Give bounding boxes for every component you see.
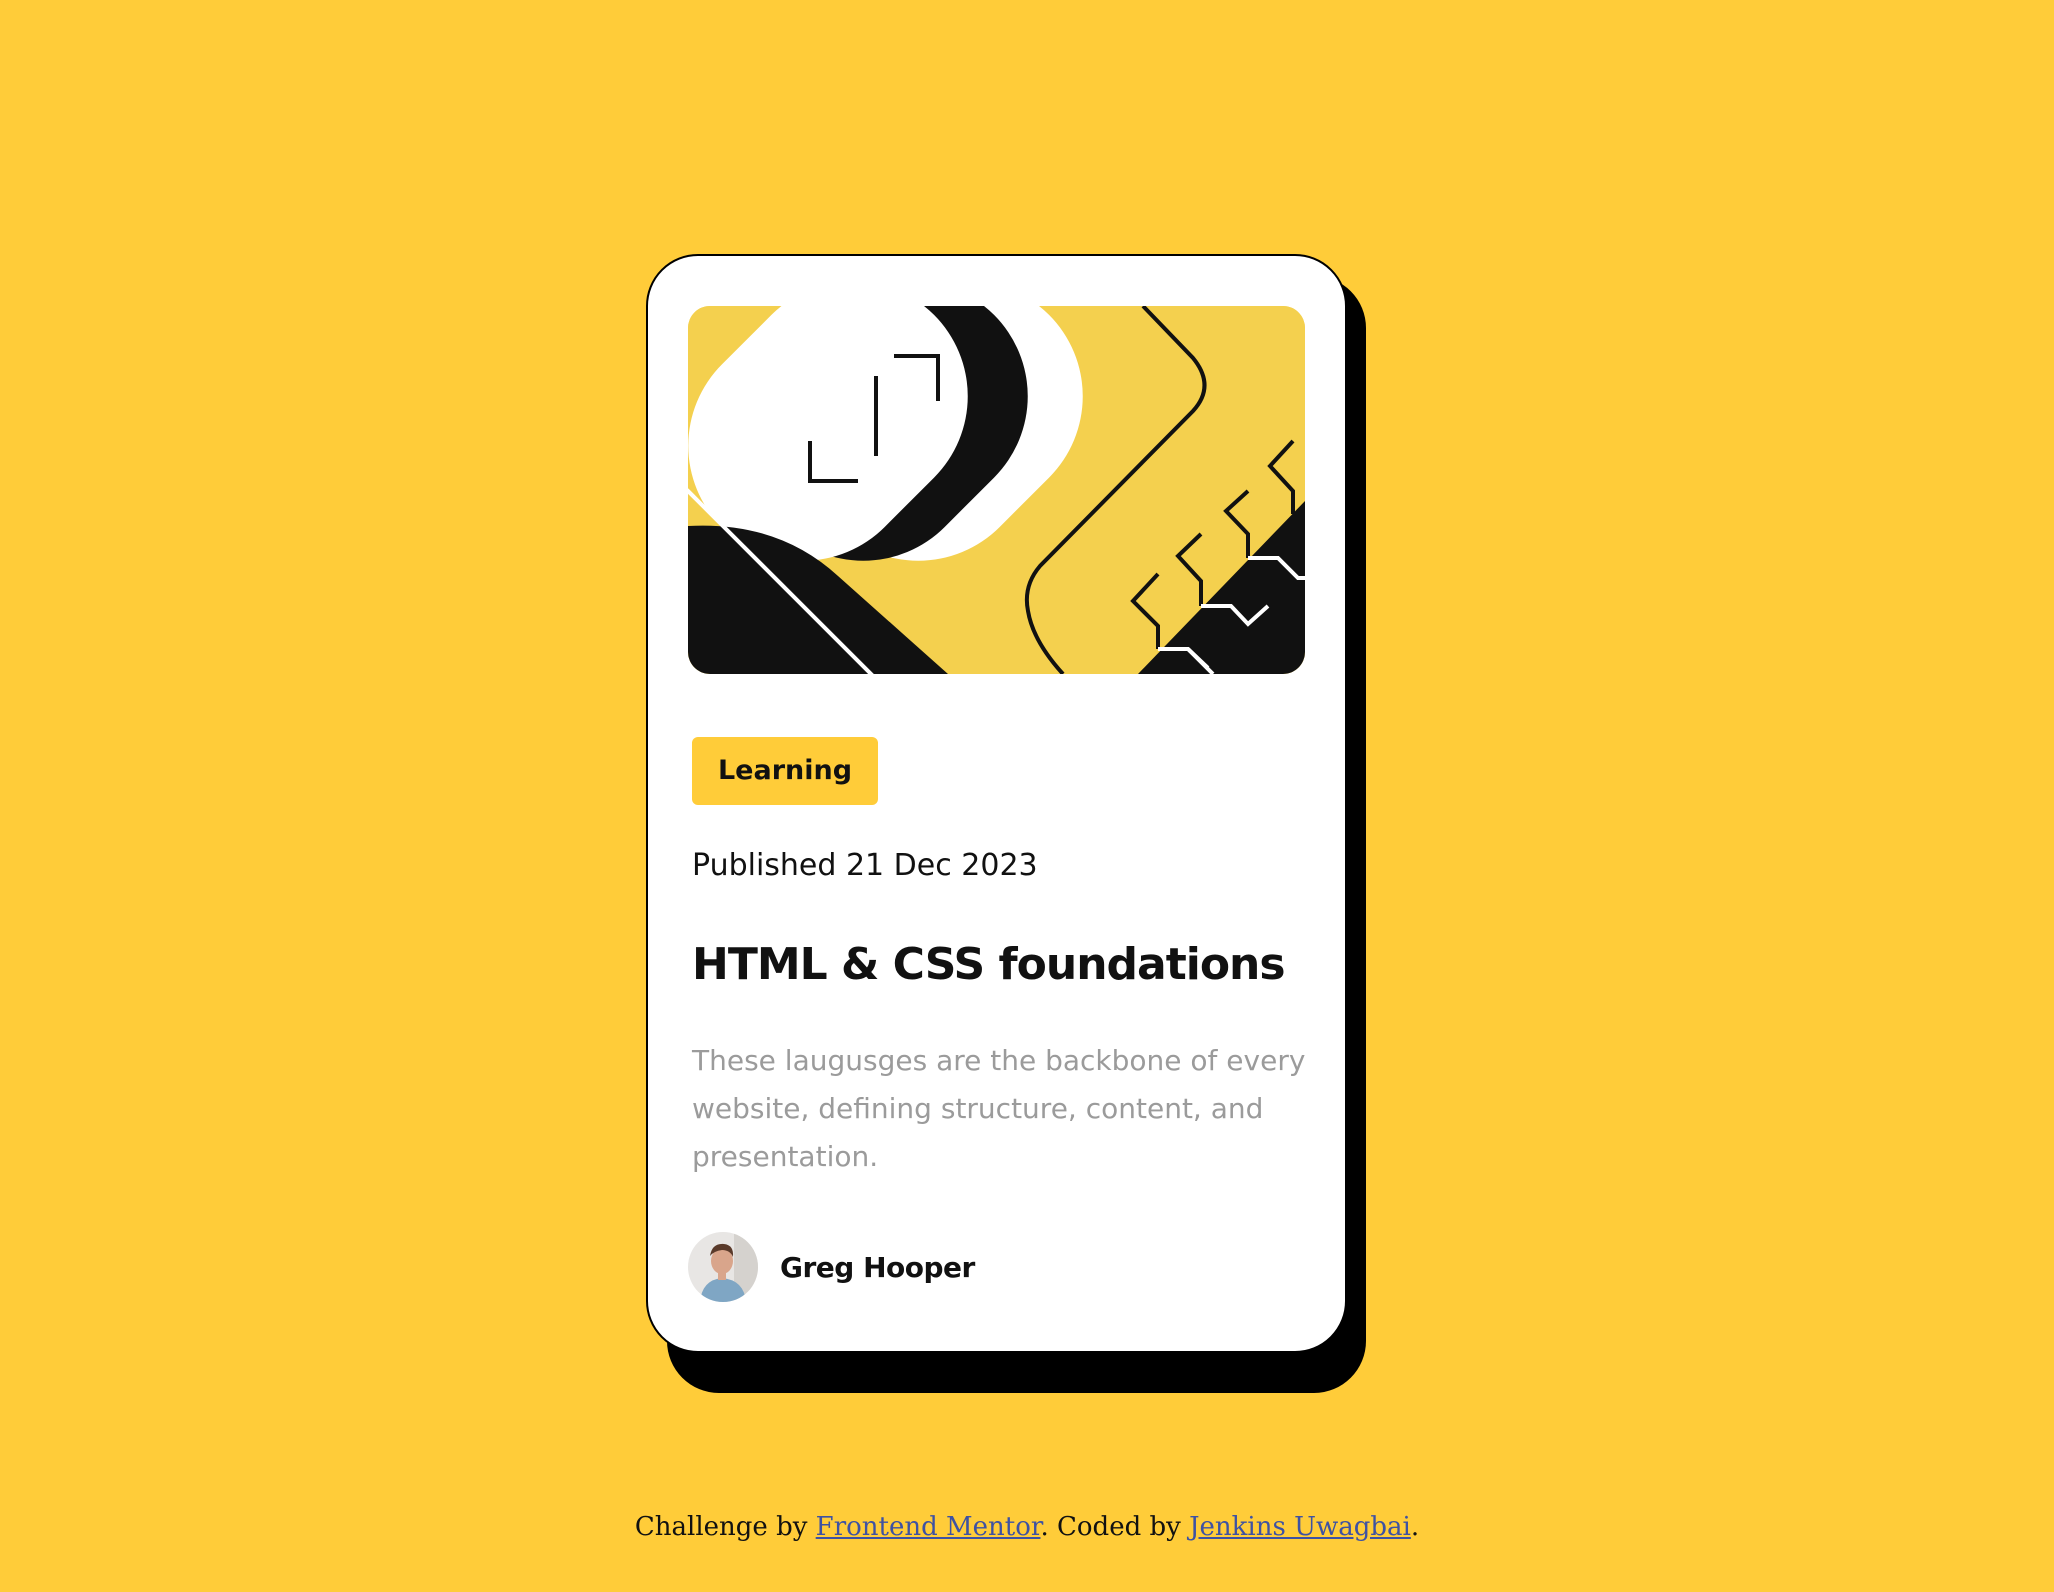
card-description: These laugusges are the backbone of ever…: [692, 1044, 1306, 1173]
published-date: Published 21 Dec 2023: [692, 848, 1038, 883]
card-title[interactable]: HTML & CSS foundations: [692, 939, 1286, 990]
attribution-middle: . Coded by: [1040, 1512, 1190, 1542]
frontend-mentor-link[interactable]: Frontend Mentor: [816, 1512, 1041, 1542]
author: Greg Hooper: [688, 1232, 975, 1302]
hero-illustration: [688, 306, 1305, 674]
attribution-prefix: Challenge by: [634, 1512, 816, 1542]
blog-preview-card: Learning Published 21 Dec 2023 HTML & CS…: [646, 254, 1347, 1353]
author-profile-link[interactable]: Jenkins Uwagbai: [1189, 1512, 1411, 1542]
category-tag: Learning: [692, 737, 878, 805]
avatar: [688, 1232, 758, 1302]
attribution-suffix: .: [1410, 1512, 1420, 1542]
attribution: Challenge by Frontend Mentor. Coded by J…: [0, 1512, 2054, 1542]
person-avatar-icon: [688, 1232, 758, 1302]
author-name: Greg Hooper: [780, 1250, 975, 1284]
code-illustration-icon: [688, 306, 1305, 674]
